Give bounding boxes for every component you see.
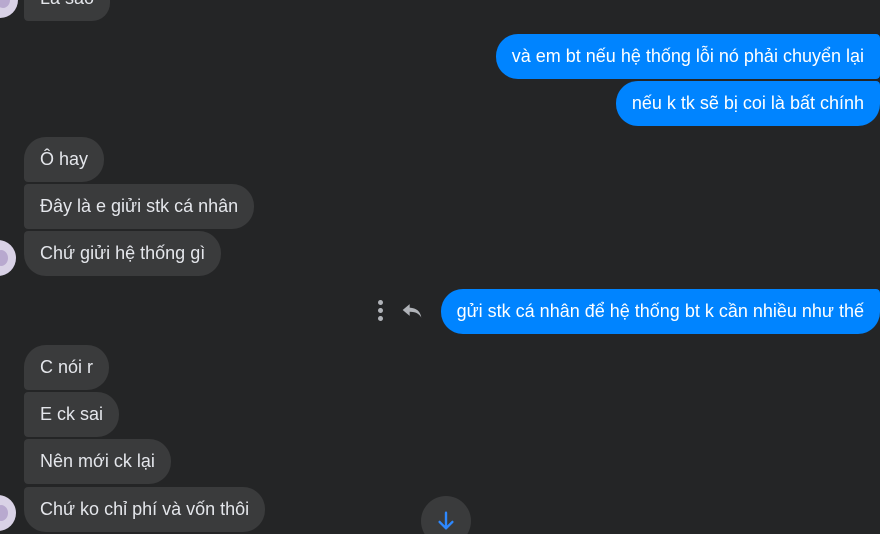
contact-avatar[interactable] — [0, 495, 16, 531]
message-incoming[interactable]: E ck sai — [24, 392, 120, 437]
message-incoming[interactable]: Ô hay — [24, 137, 105, 182]
message-outgoing[interactable]: và em bt nếu hệ thống lỗi nó phải chuyển… — [495, 34, 880, 79]
message-outgoing[interactable]: nếu k tk sẽ bị coi là bất chính — [615, 81, 880, 126]
message-outgoing[interactable]: gửi stk cá nhân để hệ thống bt k cần nhi… — [440, 289, 880, 334]
message-incoming[interactable]: Là sao — [24, 0, 111, 21]
scroll-to-bottom-button[interactable] — [421, 496, 471, 534]
message-incoming[interactable]: Chứ giửi hệ thống gì — [24, 231, 222, 276]
more-vertical-icon[interactable] — [370, 296, 390, 324]
message-incoming[interactable]: Nên mới ck lại — [24, 439, 171, 484]
reply-icon[interactable] — [398, 296, 426, 324]
message-incoming[interactable]: Chứ ko chỉ phí và vốn thôi — [24, 487, 266, 532]
contact-avatar[interactable] — [0, 240, 16, 276]
message-actions — [370, 296, 426, 324]
message-incoming[interactable]: C nói r — [24, 345, 110, 390]
message-incoming[interactable]: Đây là e giửi stk cá nhân — [24, 184, 255, 229]
contact-avatar[interactable] — [0, 0, 18, 18]
chat-thread: Là sao và em bt nếu hệ thống lỗi nó phải… — [0, 0, 880, 534]
arrow-down-icon — [438, 511, 454, 530]
